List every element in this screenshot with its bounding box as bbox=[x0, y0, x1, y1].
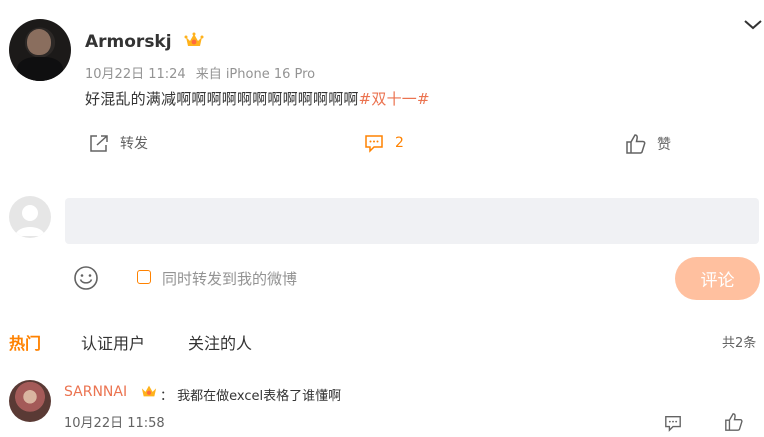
repost-icon bbox=[90, 135, 108, 152]
vip-crown-icon bbox=[140, 383, 158, 403]
chevron-down-icon[interactable] bbox=[742, 15, 764, 35]
author-avatar[interactable] bbox=[9, 19, 71, 81]
post-date[interactable]: 10月22日 11:24 bbox=[85, 67, 186, 82]
tab-hot[interactable]: 热门 bbox=[9, 330, 41, 354]
reply-icon[interactable] bbox=[663, 414, 683, 436]
like-label: 赞 bbox=[657, 137, 671, 153]
post-text: 好混乱的满减啊啊啊啊啊啊啊啊啊啊啊啊#双十一# bbox=[85, 88, 430, 109]
my-avatar bbox=[9, 196, 51, 238]
comment-button[interactable]: 2 bbox=[363, 133, 404, 153]
comment-like-icon[interactable] bbox=[724, 412, 744, 436]
comment-icon bbox=[365, 135, 383, 153]
thumbs-up-icon bbox=[626, 134, 646, 154]
tab-following[interactable]: 关注的人 bbox=[188, 330, 252, 354]
tab-verified-users[interactable]: 认证用户 bbox=[81, 330, 145, 354]
post-source: 来自 iPhone 16 Pro bbox=[195, 67, 316, 82]
post-body: 好混乱的满减啊啊啊啊啊啊啊啊啊啊啊啊 bbox=[85, 90, 359, 108]
comment-total: 共2条 bbox=[722, 336, 757, 351]
commenter-name[interactable]: SARNNAI bbox=[64, 384, 127, 400]
comment-text: ： 我都在做excel表格了谁懂啊 bbox=[160, 389, 342, 404]
repost-button[interactable]: 转发 bbox=[88, 133, 148, 153]
author-name[interactable]: Armorskj bbox=[85, 31, 204, 52]
submit-comment-button[interactable]: 评论 bbox=[675, 257, 760, 300]
repost-checkbox[interactable] bbox=[137, 270, 151, 284]
emoji-icon[interactable] bbox=[73, 265, 99, 291]
vip-crown-icon bbox=[178, 31, 204, 52]
repost-checkbox-label[interactable]: 同时转发到我的微博 bbox=[162, 268, 297, 289]
author-name-text[interactable]: Armorskj bbox=[85, 32, 172, 52]
comment-time: 10月22日 11:58 bbox=[64, 416, 165, 431]
post-meta: 10月22日 11:24 来自 iPhone 16 Pro bbox=[85, 63, 315, 82]
commenter-avatar[interactable] bbox=[9, 380, 51, 422]
repost-label: 转发 bbox=[120, 136, 148, 152]
post-hashtag[interactable]: #双十一# bbox=[359, 90, 430, 108]
comment-count: 2 bbox=[395, 135, 404, 151]
like-button[interactable]: 赞 bbox=[625, 133, 671, 155]
comment-input[interactable] bbox=[65, 198, 759, 244]
